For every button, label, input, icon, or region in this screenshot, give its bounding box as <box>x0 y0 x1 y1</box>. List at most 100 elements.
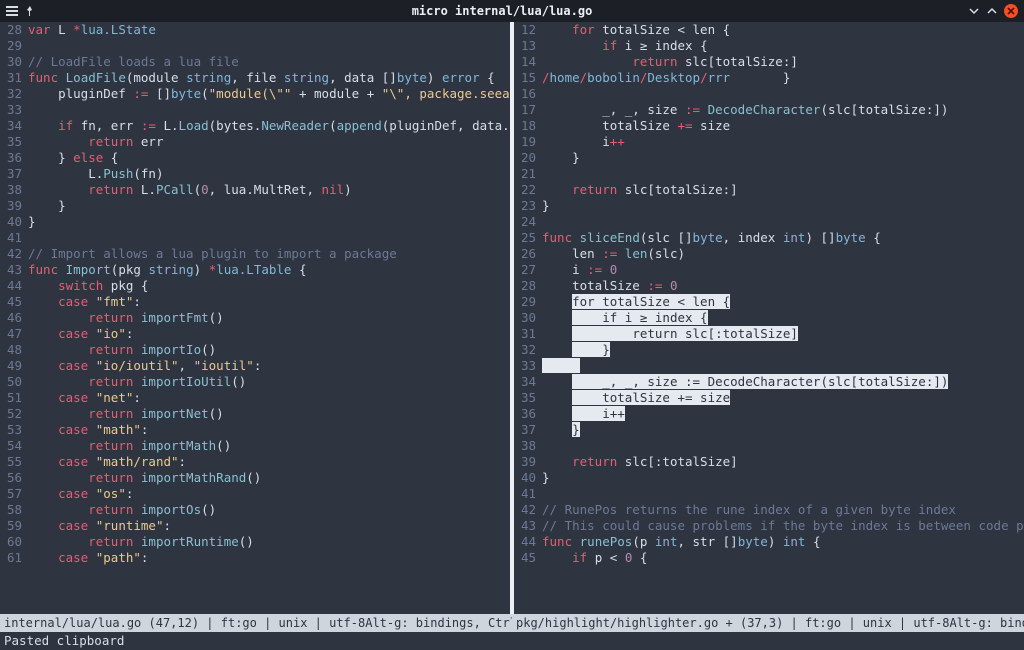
code-line[interactable]: 29 for totalSize < len { <box>514 294 1024 310</box>
code-line[interactable]: 38 <box>514 438 1024 454</box>
line-number: 44 <box>514 534 542 550</box>
code-line[interactable]: 53 case "math": <box>0 422 510 438</box>
code-line[interactable]: 41 <box>514 486 1024 502</box>
code-line[interactable]: 47 case "io": <box>0 326 510 342</box>
line-content: func LoadFile(module string, file string… <box>28 70 510 86</box>
close-icon[interactable] <box>1004 4 1018 18</box>
code-line[interactable]: 24 <box>514 214 1024 230</box>
message-bar: Pasted clipboard <box>0 632 1024 650</box>
minimize-icon[interactable] <box>968 5 980 17</box>
code-line[interactable]: 12 for totalSize < len { <box>514 22 1024 38</box>
code-line[interactable]: 30 if i ≥ index { <box>514 310 1024 326</box>
code-line[interactable]: 58 return importOs() <box>0 502 510 518</box>
code-line[interactable]: 60 return importRuntime() <box>0 534 510 550</box>
code-line[interactable]: 48 return importIo() <box>0 342 510 358</box>
code-line[interactable]: 39 return slc[:totalSize] <box>514 454 1024 470</box>
line-content: case "fmt": <box>28 294 510 310</box>
code-line[interactable]: 33 <box>514 358 1024 374</box>
titlebar: micro internal/lua/lua.go <box>0 0 1024 22</box>
code-line[interactable]: 46 return importFmt() <box>0 310 510 326</box>
code-line[interactable]: 52 return importNet() <box>0 406 510 422</box>
code-line[interactable]: 59 case "runtime": <box>0 518 510 534</box>
code-line[interactable]: 56 return importMathRand() <box>0 470 510 486</box>
line-number: 45 <box>0 294 28 310</box>
code-line[interactable]: 38 return L.PCall(0, lua.MultRet, nil) <box>0 182 510 198</box>
app-menu-icon[interactable] <box>6 5 18 17</box>
line-number: 30 <box>0 54 28 70</box>
pin-icon[interactable] <box>24 5 36 17</box>
window-title: micro internal/lua/lua.go <box>36 4 968 18</box>
code-line[interactable]: 17 _, _, size := DecodeCharacter(slc[tot… <box>514 102 1024 118</box>
line-number: 18 <box>514 118 542 134</box>
code-line[interactable]: 42// Import allows a lua plugin to impor… <box>0 246 510 262</box>
code-line[interactable]: 45 case "fmt": <box>0 294 510 310</box>
code-line[interactable]: 23} <box>514 198 1024 214</box>
line-content <box>542 358 1024 374</box>
code-line[interactable]: 35 totalSize += size <box>514 390 1024 406</box>
code-line[interactable]: 45 if p < 0 { <box>514 550 1024 566</box>
code-line[interactable]: 61 case "path": <box>0 550 510 566</box>
code-line[interactable]: 35 return err <box>0 134 510 150</box>
code-line[interactable]: 22 return slc[totalSize:] <box>514 182 1024 198</box>
code-line[interactable]: 28var L *lua.LState <box>0 22 510 38</box>
line-number: 33 <box>514 358 542 374</box>
code-line[interactable]: 41 <box>0 230 510 246</box>
code-line[interactable]: 57 case "os": <box>0 486 510 502</box>
code-line[interactable]: 28 totalSize := 0 <box>514 278 1024 294</box>
code-line[interactable]: 49 case "io/ioutil", "ioutil": <box>0 358 510 374</box>
code-line[interactable]: 31 return slc[:totalSize] <box>514 326 1024 342</box>
code-line[interactable]: 37 } <box>514 422 1024 438</box>
code-line[interactable]: 40} <box>0 214 510 230</box>
line-content: if i ≥ index { <box>542 38 1024 54</box>
editor-pane-left[interactable]: 28var L *lua.LState2930// LoadFile loads… <box>0 22 510 614</box>
code-line[interactable]: 36 i++ <box>514 406 1024 422</box>
line-number: 41 <box>0 230 28 246</box>
code-line[interactable]: 36 } else { <box>0 150 510 166</box>
line-content: // RunePos returns the rune index of a g… <box>542 502 1024 518</box>
code-line[interactable]: 44 switch pkg { <box>0 278 510 294</box>
code-line[interactable]: 39 } <box>0 198 510 214</box>
code-line[interactable]: 15/home/bobolin/Desktop/rrr } <box>514 70 1024 86</box>
code-line[interactable]: 54 return importMath() <box>0 438 510 454</box>
line-number: 38 <box>514 438 542 454</box>
code-line[interactable]: 20 } <box>514 150 1024 166</box>
editor-pane-right[interactable]: 12 for totalSize < len {13 if i ≥ index … <box>514 22 1024 614</box>
code-line[interactable]: 44func runePos(p int, str []byte) int { <box>514 534 1024 550</box>
code-line[interactable]: 40} <box>514 470 1024 486</box>
code-line[interactable]: 55 case "math/rand": <box>0 454 510 470</box>
code-line[interactable]: 29 <box>0 38 510 54</box>
line-content: i := 0 <box>542 262 1024 278</box>
code-line[interactable]: 25func sliceEnd(slc []byte, index int) [… <box>514 230 1024 246</box>
code-line[interactable]: 33 <box>0 102 510 118</box>
code-line[interactable]: 27 i := 0 <box>514 262 1024 278</box>
code-line[interactable]: 32 } <box>514 342 1024 358</box>
line-content <box>542 214 1024 230</box>
code-line[interactable]: 51 case "net": <box>0 390 510 406</box>
line-content: } <box>28 214 510 230</box>
code-line[interactable]: 18 totalSize += size <box>514 118 1024 134</box>
code-line[interactable]: 19 i++ <box>514 134 1024 150</box>
line-content: if i ≥ index { <box>542 310 1024 326</box>
maximize-icon[interactable] <box>986 5 998 17</box>
code-line[interactable]: 14 return slc[totalSize:] <box>514 54 1024 70</box>
code-line[interactable]: 34 if fn, err := L.Load(bytes.NewReader(… <box>0 118 510 134</box>
code-line[interactable]: 26 len := len(slc) <box>514 246 1024 262</box>
code-line[interactable]: 43func Import(pkg string) *lua.LTable { <box>0 262 510 278</box>
code-line[interactable]: 42// RunePos returns the rune index of a… <box>514 502 1024 518</box>
line-content: if fn, err := L.Load(bytes.NewReader(app… <box>28 118 510 134</box>
code-line[interactable]: 50 return importIoUtil() <box>0 374 510 390</box>
line-number: 49 <box>0 358 28 374</box>
code-line[interactable]: 30// LoadFile loads a lua file <box>0 54 510 70</box>
code-line[interactable]: 31func LoadFile(module string, file stri… <box>0 70 510 86</box>
code-line[interactable]: 16 <box>514 86 1024 102</box>
line-content: _, _, size := DecodeCharacter(slc[totalS… <box>542 374 1024 390</box>
code-line[interactable]: 34 _, _, size := DecodeCharacter(slc[tot… <box>514 374 1024 390</box>
line-content: _, _, size := DecodeCharacter(slc[totalS… <box>542 102 1024 118</box>
code-line[interactable]: 21 <box>514 166 1024 182</box>
line-content: func runePos(p int, str []byte) int { <box>542 534 1024 550</box>
line-number: 25 <box>514 230 542 246</box>
code-line[interactable]: 13 if i ≥ index { <box>514 38 1024 54</box>
code-line[interactable]: 32 pluginDef := []byte("module(\"" + mod… <box>0 86 510 102</box>
code-line[interactable]: 37 L.Push(fn) <box>0 166 510 182</box>
code-line[interactable]: 43// This could cause problems if the by… <box>514 518 1024 534</box>
